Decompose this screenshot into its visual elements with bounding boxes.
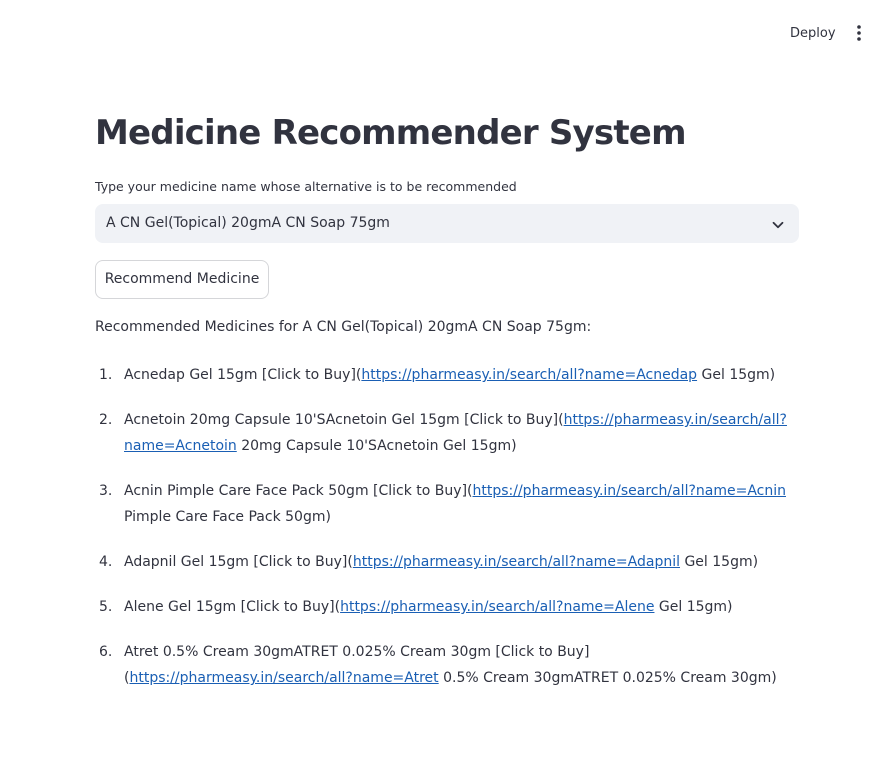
buy-link[interactable]: https://pharmeasy.in/search/all?name=Acn… xyxy=(361,367,697,383)
recommend-medicine-button[interactable]: Recommend Medicine xyxy=(95,260,269,299)
list-item: 4. Adapnil Gel 15gm [Click to Buy](https:… xyxy=(95,549,799,575)
buy-link[interactable]: https://pharmeasy.in/search/all?name=Ada… xyxy=(353,554,680,570)
select-value: A CN Gel(Topical) 20gmA CN Soap 75gm xyxy=(106,215,390,231)
item-text: Adapnil Gel 15gm [Click to Buy]( xyxy=(124,554,353,570)
list-number: 2. xyxy=(99,412,113,428)
list-number: 1. xyxy=(99,367,113,383)
result-heading: Recommended Medicines for A CN Gel(Topic… xyxy=(95,319,592,335)
buy-link[interactable]: https://pharmeasy.in/search/all?name=Ale… xyxy=(340,599,654,615)
list-number: 4. xyxy=(99,554,113,570)
item-text: Alene Gel 15gm [Click to Buy]( xyxy=(124,599,341,615)
item-text-tail: Gel 15gm) xyxy=(697,367,776,383)
select-label: Type your medicine name whose alternativ… xyxy=(95,179,517,194)
buy-link[interactable]: https://pharmeasy.in/search/all?name=Atr… xyxy=(129,670,438,686)
list-item: 5. Alene Gel 15gm [Click to Buy](https://… xyxy=(95,594,799,620)
item-text-tail: Gel 15gm) xyxy=(654,599,733,615)
item-text-tail: Gel 15gm) xyxy=(680,554,759,570)
list-item: 3. Acnin Pimple Care Face Pack 50gm [Clic… xyxy=(95,478,799,530)
list-item: 2. Acnetoin 20mg Capsule 10'SAcnetoin Gel… xyxy=(95,407,799,459)
list-number: 5. xyxy=(99,599,113,615)
list-number: 6. xyxy=(99,644,113,660)
list-item: 6. Atret 0.5% Cream 30gmATRET 0.025% Crea… xyxy=(95,639,799,691)
item-text-tail: 0.5% Cream 30gmATRET 0.025% Cream 30gm) xyxy=(438,670,777,686)
chevron-down-icon[interactable] xyxy=(771,217,785,231)
item-text-tail: Pimple Care Face Pack 50gm) xyxy=(124,509,331,525)
recommendation-list: 1. Acnedap Gel 15gm [Click to Buy](https:… xyxy=(95,362,799,710)
buy-link[interactable]: https://pharmeasy.in/search/all?name=Acn… xyxy=(473,483,786,499)
item-text: Acnetoin 20mg Capsule 10'SAcnetoin Gel 1… xyxy=(124,412,564,428)
item-text-tail: 20mg Capsule 10'SAcnetoin Gel 15gm) xyxy=(236,438,517,454)
page-title: Medicine Recommender System xyxy=(95,113,687,153)
list-number: 3. xyxy=(99,483,113,499)
medicine-select[interactable]: A CN Gel(Topical) 20gmA CN Soap 75gm xyxy=(95,204,799,243)
list-item: 1. Acnedap Gel 15gm [Click to Buy](https:… xyxy=(95,362,799,388)
deploy-button[interactable]: Deploy xyxy=(782,24,844,43)
item-text: Acnin Pimple Care Face Pack 50gm [Click … xyxy=(124,483,473,499)
top-bar: Deploy xyxy=(0,0,892,66)
item-text: Acnedap Gel 15gm [Click to Buy]( xyxy=(124,367,362,383)
vertical-ellipsis-icon[interactable] xyxy=(852,24,866,42)
